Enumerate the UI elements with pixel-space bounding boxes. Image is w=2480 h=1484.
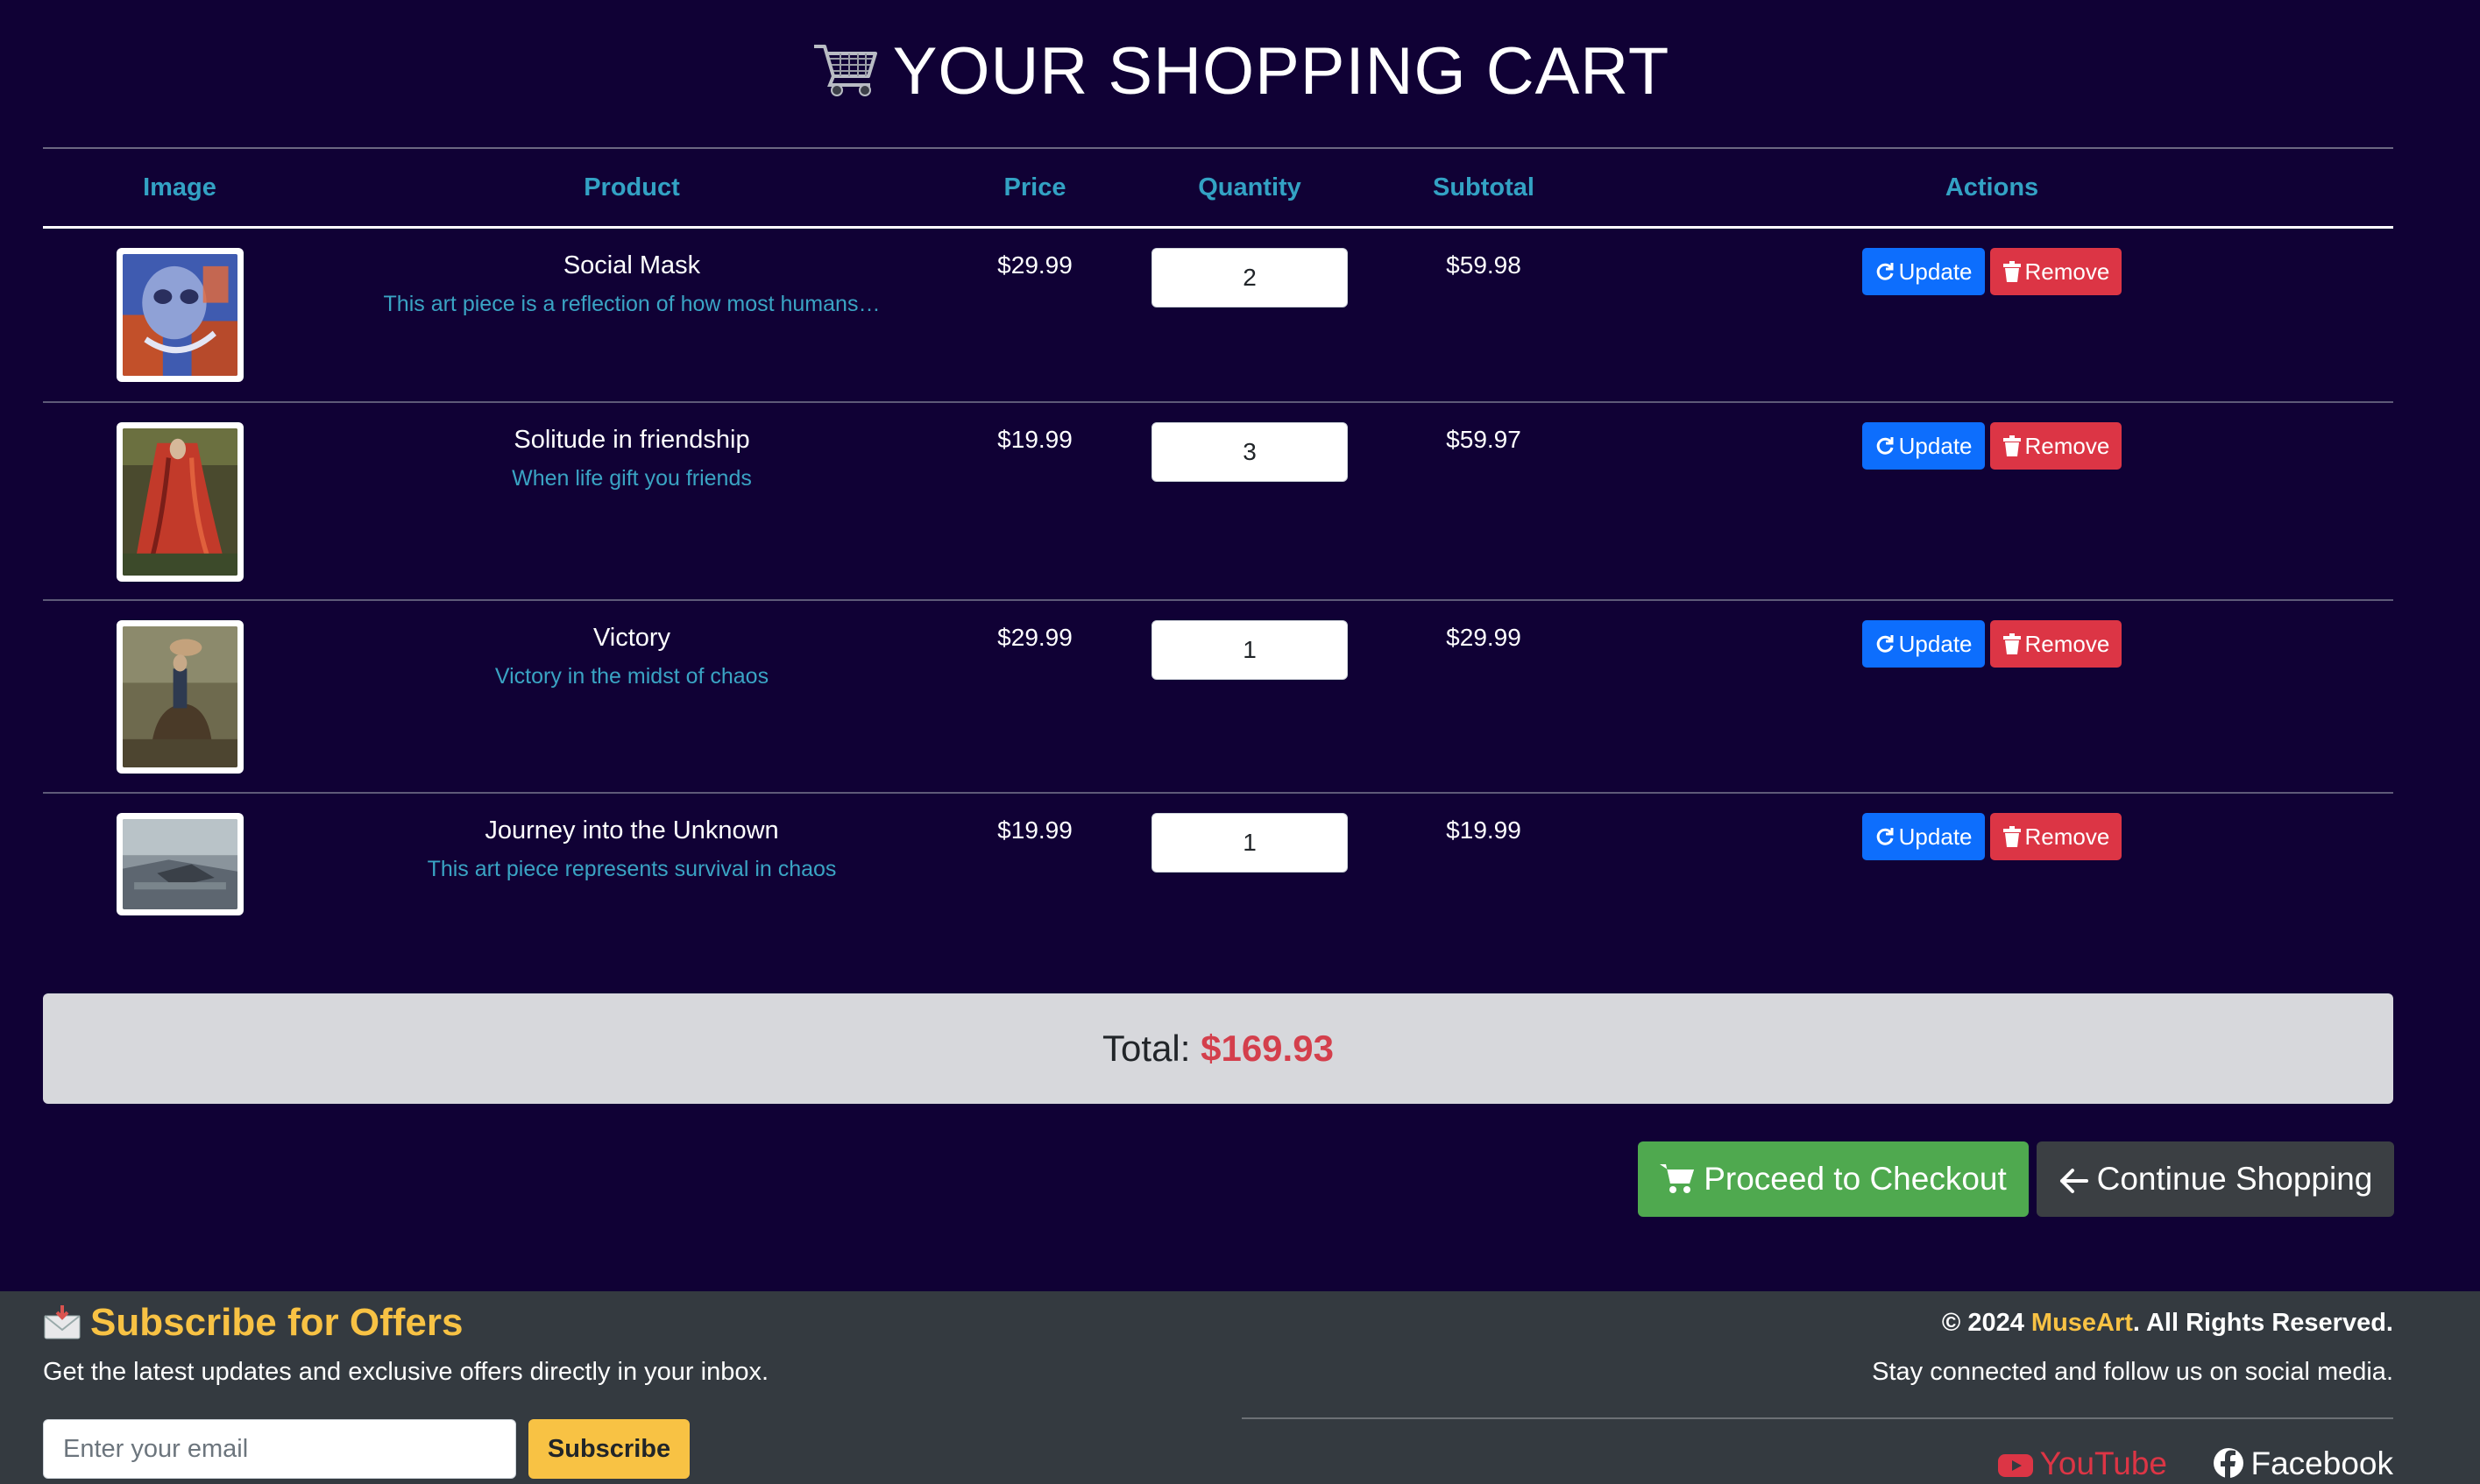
facebook-icon [2213,1448,2243,1479]
remove-button[interactable]: Remove [1989,813,2122,860]
cart-total: Total: $169.93 [43,993,2393,1104]
header-quantity: Quantity [1198,173,1301,201]
table-row: Journey into the Unknown This art piece … [43,794,2393,934]
header-price: Price [1003,173,1066,201]
product-image[interactable] [116,620,244,774]
product-subtotal: $59.97 [1446,426,1521,453]
subscribe-title: Subscribe for Offers [43,1297,463,1349]
product-description: When life gift you friends [512,466,752,491]
subscribe-text: Get the latest updates and exclusive off… [43,1358,769,1386]
update-button[interactable]: Update [1861,422,1985,470]
total-value: $169.93 [1201,1028,1334,1069]
page-title: YOUR SHOPPING CART [0,28,2480,116]
product-price: $29.99 [997,251,1073,279]
table-header: Image Product Price Quantity Subtotal Ac… [43,147,2393,229]
quantity-input[interactable]: 1 [1151,620,1348,680]
quantity-input[interactable]: 1 [1151,813,1348,873]
product-price: $29.99 [997,624,1073,651]
product-image[interactable] [116,813,244,915]
product-image[interactable] [116,248,244,382]
refresh-icon [1876,437,1894,455]
table-row: Social Mask This art piece is a reflecti… [43,229,2393,403]
product-image[interactable] [116,422,244,582]
update-button[interactable]: Update [1861,620,1985,668]
refresh-icon [1876,635,1894,653]
remove-button[interactable]: Remove [1989,620,2122,668]
product-name: Solitude in friendship [514,426,750,454]
trash-icon [2002,261,2021,282]
trash-icon [2002,435,2021,456]
product-description: This art piece represents survival in ch… [427,857,837,881]
remove-button[interactable]: Remove [1989,248,2122,295]
header-product: Product [584,173,680,201]
brand-link[interactable]: MuseArt [2031,1309,2133,1337]
product-description: This art piece is a reflection of how mo… [383,292,881,316]
product-price: $19.99 [997,816,1073,844]
follow-text: Stay connected and follow us on social m… [1872,1358,2393,1386]
product-subtotal: $19.99 [1446,816,1521,844]
trash-icon [2002,826,2021,847]
continue-shopping-button[interactable]: Continue Shopping [2037,1141,2394,1217]
update-button[interactable]: Update [1861,248,1985,295]
header-subtotal: Subtotal [1433,173,1534,201]
facebook-link[interactable]: Facebook [2213,1442,2393,1484]
page-title-text: YOUR SHOPPING CART [892,34,1670,109]
total-label: Total: [1102,1028,1191,1069]
product-price: $19.99 [997,426,1073,453]
envelope-icon [44,1305,81,1339]
quantity-input[interactable]: 3 [1151,422,1348,482]
product-name: Journey into the Unknown [485,816,779,844]
quantity-input[interactable]: 2 [1151,248,1348,307]
checkout-button[interactable]: Proceed to Checkout [1638,1141,2029,1217]
copyright: © 2024 MuseArt. All Rights Reserved. [1941,1309,2393,1337]
product-name: Social Mask [563,251,701,279]
product-description: Victory in the midst of chaos [494,664,769,689]
email-input[interactable]: Enter your email [43,1419,516,1479]
footer-divider [1242,1417,2393,1419]
product-subtotal: $29.99 [1446,624,1521,651]
remove-button[interactable]: Remove [1989,422,2122,470]
subscribe-button[interactable]: Subscribe [528,1419,690,1479]
header-image: Image [143,173,216,201]
product-subtotal: $59.98 [1446,251,1521,279]
update-button[interactable]: Update [1861,813,1985,860]
refresh-icon [1876,828,1894,845]
table-row: Solitude in friendship When life gift yo… [43,403,2393,601]
header-actions: Actions [1945,173,2039,201]
product-name: Victory [592,624,671,652]
table-row: Victory Victory in the midst of chaos $2… [43,601,2393,794]
refresh-icon [1876,263,1894,280]
trash-icon [2002,633,2021,654]
cart-table: Image Product Price Quantity Subtotal Ac… [43,147,2393,934]
youtube-link[interactable]: YouTube [1997,1442,2167,1484]
arrow-left-icon [2059,1169,2088,1193]
cart-icon [1660,1164,1695,1193]
shopping-cart-icon [813,45,877,96]
footer: Subscribe for Offers Get the latest upda… [0,1291,2480,1484]
youtube-icon [1997,1454,2033,1477]
